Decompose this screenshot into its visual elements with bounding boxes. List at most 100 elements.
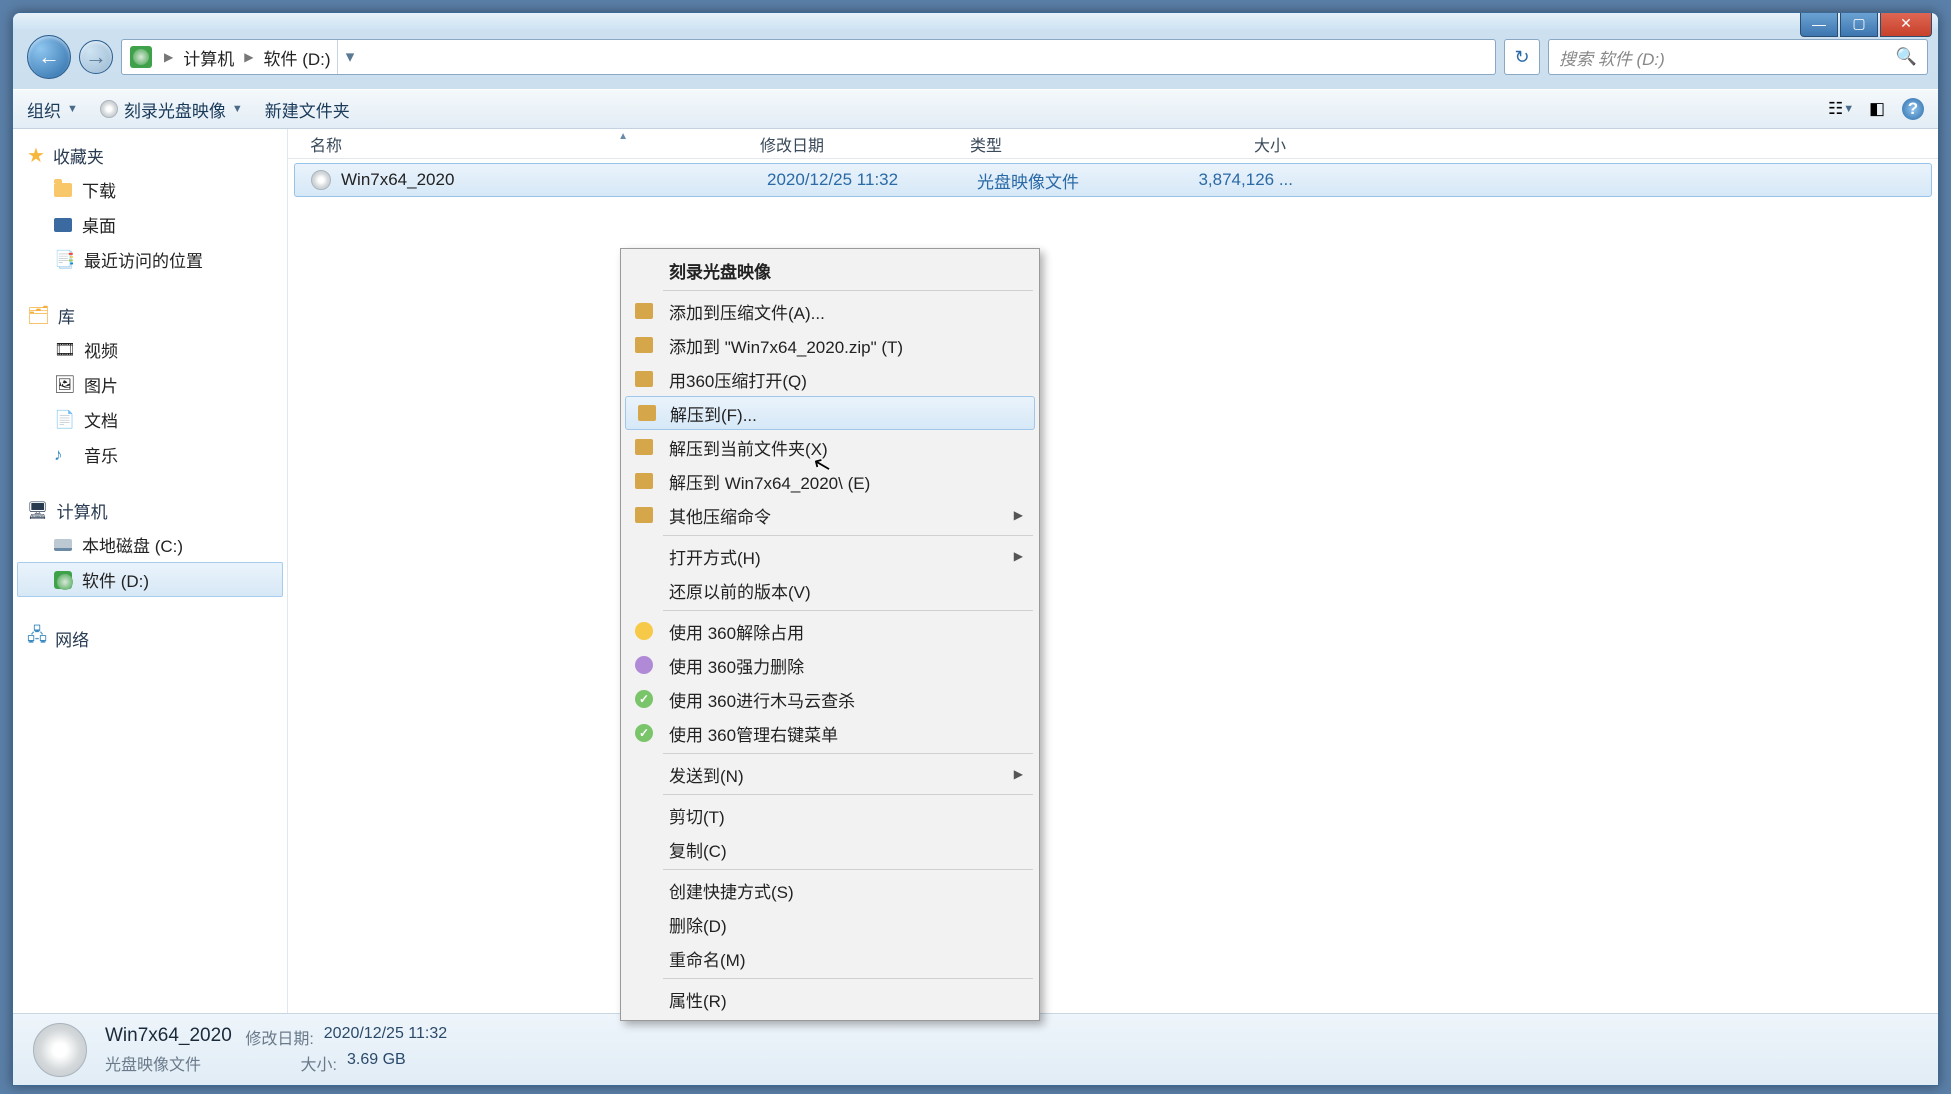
ctx-extract-to[interactable]: 解压到(F)... <box>625 396 1035 430</box>
sidebar-favorites-header[interactable]: ★收藏夹 <box>17 139 283 172</box>
archive-icon <box>635 439 653 455</box>
360-icon <box>635 656 653 674</box>
column-size[interactable]: 大小 <box>1168 132 1298 156</box>
ctx-copy[interactable]: 复制(C) <box>623 832 1037 866</box>
ctx-rename[interactable]: 重命名(M) <box>623 941 1037 975</box>
archive-icon <box>635 507 653 523</box>
ctx-360-unlock[interactable]: 使用 360解除占用 <box>623 614 1037 648</box>
360-icon: ✓ <box>635 724 653 742</box>
desktop-icon <box>54 218 72 232</box>
archive-icon <box>635 303 653 319</box>
file-row[interactable]: Win7x64_2020 2020/12/25 11:32 光盘映像文件 3,8… <box>294 163 1932 197</box>
folder-icon <box>54 183 72 197</box>
ctx-delete[interactable]: 删除(D) <box>623 907 1037 941</box>
column-type[interactable]: 类型 <box>958 132 1168 156</box>
file-type: 光盘映像文件 <box>965 168 1175 193</box>
sidebar-item-desktop[interactable]: 桌面 <box>17 207 283 242</box>
breadcrumb-location[interactable]: 软件 (D:) <box>257 45 336 70</box>
ctx-separator <box>663 610 1033 611</box>
disc-icon <box>311 170 331 190</box>
address-dropdown[interactable]: ▾ <box>337 40 363 74</box>
archive-icon <box>635 473 653 489</box>
sidebar-item-music[interactable]: ♪音乐 <box>17 437 283 472</box>
ctx-open-with[interactable]: 打开方式(H)▶ <box>623 539 1037 573</box>
file-size: 3,874,126 ... <box>1175 170 1305 190</box>
details-size-label: 大小: <box>265 1051 337 1075</box>
ctx-create-shortcut[interactable]: 创建快捷方式(S) <box>623 873 1037 907</box>
ctx-properties[interactable]: 属性(R) <box>623 982 1037 1016</box>
titlebar: — ▢ ✕ <box>13 13 1938 29</box>
sidebar-item-videos[interactable]: 🎞视频 <box>17 332 283 367</box>
submenu-arrow-icon: ▶ <box>1014 549 1023 563</box>
location-icon <box>130 46 152 68</box>
file-name: Win7x64_2020 <box>341 170 454 190</box>
sidebar-item-drive-d[interactable]: 软件 (D:) <box>17 562 283 597</box>
ctx-separator <box>663 753 1033 754</box>
ctx-restore-previous[interactable]: 还原以前的版本(V) <box>623 573 1037 607</box>
ctx-360-scan[interactable]: ✓使用 360进行木马云查杀 <box>623 682 1037 716</box>
360-icon <box>635 622 653 640</box>
sidebar-item-downloads[interactable]: 下载 <box>17 172 283 207</box>
column-headers: 名称 修改日期 类型 大小 <box>288 129 1938 159</box>
sidebar-item-documents[interactable]: 📄文档 <box>17 402 283 437</box>
ctx-separator <box>663 794 1033 795</box>
details-filetype: 光盘映像文件 <box>105 1051 255 1075</box>
search-icon: 🔍 <box>1896 47 1917 67</box>
star-icon: ★ <box>27 143 45 168</box>
search-placeholder: 搜索 软件 (D:) <box>1559 45 1665 70</box>
file-pane: 名称 修改日期 类型 大小 Win7x64_2020 2020/12/25 11… <box>288 129 1938 1013</box>
360-icon: ✓ <box>635 690 653 708</box>
view-mode-button[interactable]: ☷ ▼ <box>1830 98 1852 120</box>
chevron-right-icon[interactable]: ▶ <box>160 50 177 64</box>
ctx-other-compress[interactable]: 其他压缩命令▶ <box>623 498 1037 532</box>
help-button[interactable]: ? <box>1902 98 1924 120</box>
ctx-extract-here[interactable]: 解压到当前文件夹(X) <box>623 430 1037 464</box>
ctx-separator <box>663 978 1033 979</box>
address-bar[interactable]: ▶ 计算机 ▶ 软件 (D:) ▾ <box>121 39 1496 75</box>
column-date[interactable]: 修改日期 <box>748 132 958 156</box>
drive-icon <box>54 571 72 589</box>
video-icon: 🎞 <box>54 340 74 360</box>
forward-button[interactable]: → <box>79 40 113 74</box>
ctx-360-manage-menu[interactable]: ✓使用 360管理右键菜单 <box>623 716 1037 750</box>
details-pane: Win7x64_2020 修改日期: 2020/12/25 11:32 光盘映像… <box>13 1013 1938 1085</box>
breadcrumb-computer[interactable]: 计算机 <box>177 45 240 70</box>
new-folder-button[interactable]: 新建文件夹 <box>265 97 350 122</box>
details-filename: Win7x64_2020 <box>105 1025 232 1049</box>
sidebar-item-drive-c[interactable]: 本地磁盘 (C:) <box>17 527 283 562</box>
library-icon: 🗂 <box>27 305 50 326</box>
burn-image-button[interactable]: 刻录光盘映像▼ <box>100 97 243 122</box>
pictures-icon: 🖼 <box>54 375 74 395</box>
maximize-button[interactable]: ▢ <box>1840 12 1878 37</box>
toolbar: 组织▼ 刻录光盘映像▼ 新建文件夹 ☷ ▼ ◧ ? <box>13 89 1938 129</box>
sidebar-computer-header[interactable]: 🖥计算机 <box>17 494 283 527</box>
ctx-360-force-delete[interactable]: 使用 360强力删除 <box>623 648 1037 682</box>
sidebar-network-header[interactable]: 🖧网络 <box>17 619 283 657</box>
file-date: 2020/12/25 11:32 <box>755 170 965 190</box>
search-input[interactable]: 搜索 软件 (D:) 🔍 <box>1548 39 1928 75</box>
ctx-extract-to-folder[interactable]: 解压到 Win7x64_2020\ (E) <box>623 464 1037 498</box>
sidebar-item-recent[interactable]: 📑最近访问的位置 <box>17 242 283 277</box>
close-button[interactable]: ✕ <box>1880 12 1932 37</box>
sidebar-item-pictures[interactable]: 🖼图片 <box>17 367 283 402</box>
chevron-right-icon[interactable]: ▶ <box>240 50 257 64</box>
ctx-cut[interactable]: 剪切(T) <box>623 798 1037 832</box>
sidebar-libraries-header[interactable]: 🗂库 <box>17 299 283 332</box>
ctx-open-with-360zip[interactable]: 用360压缩打开(Q) <box>623 362 1037 396</box>
minimize-button[interactable]: — <box>1800 12 1838 37</box>
ctx-burn-image[interactable]: 刻录光盘映像 <box>623 253 1037 287</box>
ctx-add-to-zip[interactable]: 添加到 "Win7x64_2020.zip" (T) <box>623 328 1037 362</box>
context-menu: 刻录光盘映像 添加到压缩文件(A)... 添加到 "Win7x64_2020.z… <box>620 248 1040 1021</box>
nav-row: ← → ▶ 计算机 ▶ 软件 (D:) ▾ ↻ 搜索 软件 (D:) 🔍 <box>13 29 1938 89</box>
sidebar: ★收藏夹 下载 桌面 📑最近访问的位置 🗂库 🎞视频 🖼图片 📄文档 ♪音乐 🖥… <box>13 129 288 1013</box>
preview-pane-button[interactable]: ◧ <box>1866 98 1888 120</box>
back-button[interactable]: ← <box>27 35 71 79</box>
computer-icon: 🖥 <box>27 501 49 521</box>
organize-menu[interactable]: 组织▼ <box>27 97 78 122</box>
refresh-button[interactable]: ↻ <box>1504 39 1540 75</box>
ctx-add-to-archive[interactable]: 添加到压缩文件(A)... <box>623 294 1037 328</box>
ctx-send-to[interactable]: 发送到(N)▶ <box>623 757 1037 791</box>
network-icon: 🖧 <box>27 623 47 653</box>
details-size: 3.69 GB <box>347 1051 406 1075</box>
column-name[interactable]: 名称 <box>288 132 748 156</box>
